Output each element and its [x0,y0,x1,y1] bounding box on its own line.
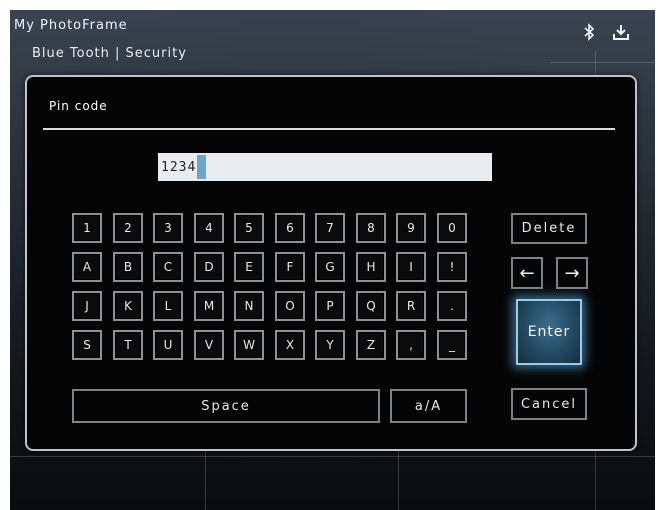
key-1-4[interactable]: E [234,252,264,282]
app-title: My PhotoFrame [14,18,128,33]
key-1-2[interactable]: C [153,252,183,282]
key-1-3[interactable]: D [194,252,224,282]
key-3-6[interactable]: Y [315,330,345,360]
key-1-8[interactable]: I [396,252,426,282]
key-3-7[interactable]: Z [356,330,386,360]
key-3-0[interactable]: S [72,330,102,360]
key-2-0[interactable]: J [72,291,102,321]
key-2-8[interactable]: R [396,291,426,321]
right-arrow-key[interactable]: → [556,257,588,289]
key-2-9[interactable]: . [437,291,467,321]
dialog-title: Pin code [49,99,108,113]
key-0-8[interactable]: 9 [396,213,426,243]
delete-key[interactable]: Delete [511,213,587,244]
key-0-1[interactable]: 2 [113,213,143,243]
key-2-5[interactable]: O [275,291,305,321]
text-cursor [197,155,207,179]
enter-key[interactable]: Enter [516,299,582,365]
key-3-3[interactable]: V [194,330,224,360]
key-1-1[interactable]: B [113,252,143,282]
key-1-6[interactable]: G [315,252,345,282]
pin-input[interactable]: 1234 [158,153,492,181]
key-2-3[interactable]: M [194,291,224,321]
key-0-2[interactable]: 3 [153,213,183,243]
download-icon [612,22,630,42]
key-3-9[interactable]: _ [437,330,467,360]
pin-code-dialog: Pin code 1234 1 2 3 4 5 6 7 8 9 0 A B C D E F G H I! J K L M N O… [25,75,637,451]
cancel-key[interactable]: Cancel [511,388,587,420]
key-3-4[interactable]: W [234,330,264,360]
key-3-1[interactable]: T [113,330,143,360]
photoframe-screen: My PhotoFrame Blue Tooth | Security Pin … [10,10,655,510]
key-0-9[interactable]: 0 [437,213,467,243]
pin-value: 1234 [161,159,197,175]
key-1-0[interactable]: A [72,252,102,282]
key-0-0[interactable]: 1 [72,213,102,243]
key-0-6[interactable]: 7 [315,213,345,243]
key-0-3[interactable]: 4 [194,213,224,243]
key-0-7[interactable]: 8 [356,213,386,243]
key-3-2[interactable]: U [153,330,183,360]
key-0-4[interactable]: 5 [234,213,264,243]
key-2-6[interactable]: P [315,291,345,321]
key-1-7[interactable]: H [356,252,386,282]
background-line [10,456,655,457]
space-key[interactable]: Space [72,389,380,423]
breadcrumb: Blue Tooth | Security [32,46,187,61]
key-2-7[interactable]: Q [356,291,386,321]
key-3-5[interactable]: X [275,330,305,360]
case-toggle-key[interactable]: a/A [390,389,467,423]
key-1-5[interactable]: F [275,252,305,282]
key-3-8[interactable]: , [396,330,426,360]
left-arrow-key[interactable]: ← [511,257,543,289]
bluetooth-icon [580,22,598,42]
key-0-5[interactable]: 6 [275,213,305,243]
divider [43,128,615,130]
background-line [550,62,655,63]
key-2-4[interactable]: N [234,291,264,321]
key-2-1[interactable]: K [113,291,143,321]
key-1-9[interactable]: ! [437,252,467,282]
key-2-2[interactable]: L [153,291,183,321]
